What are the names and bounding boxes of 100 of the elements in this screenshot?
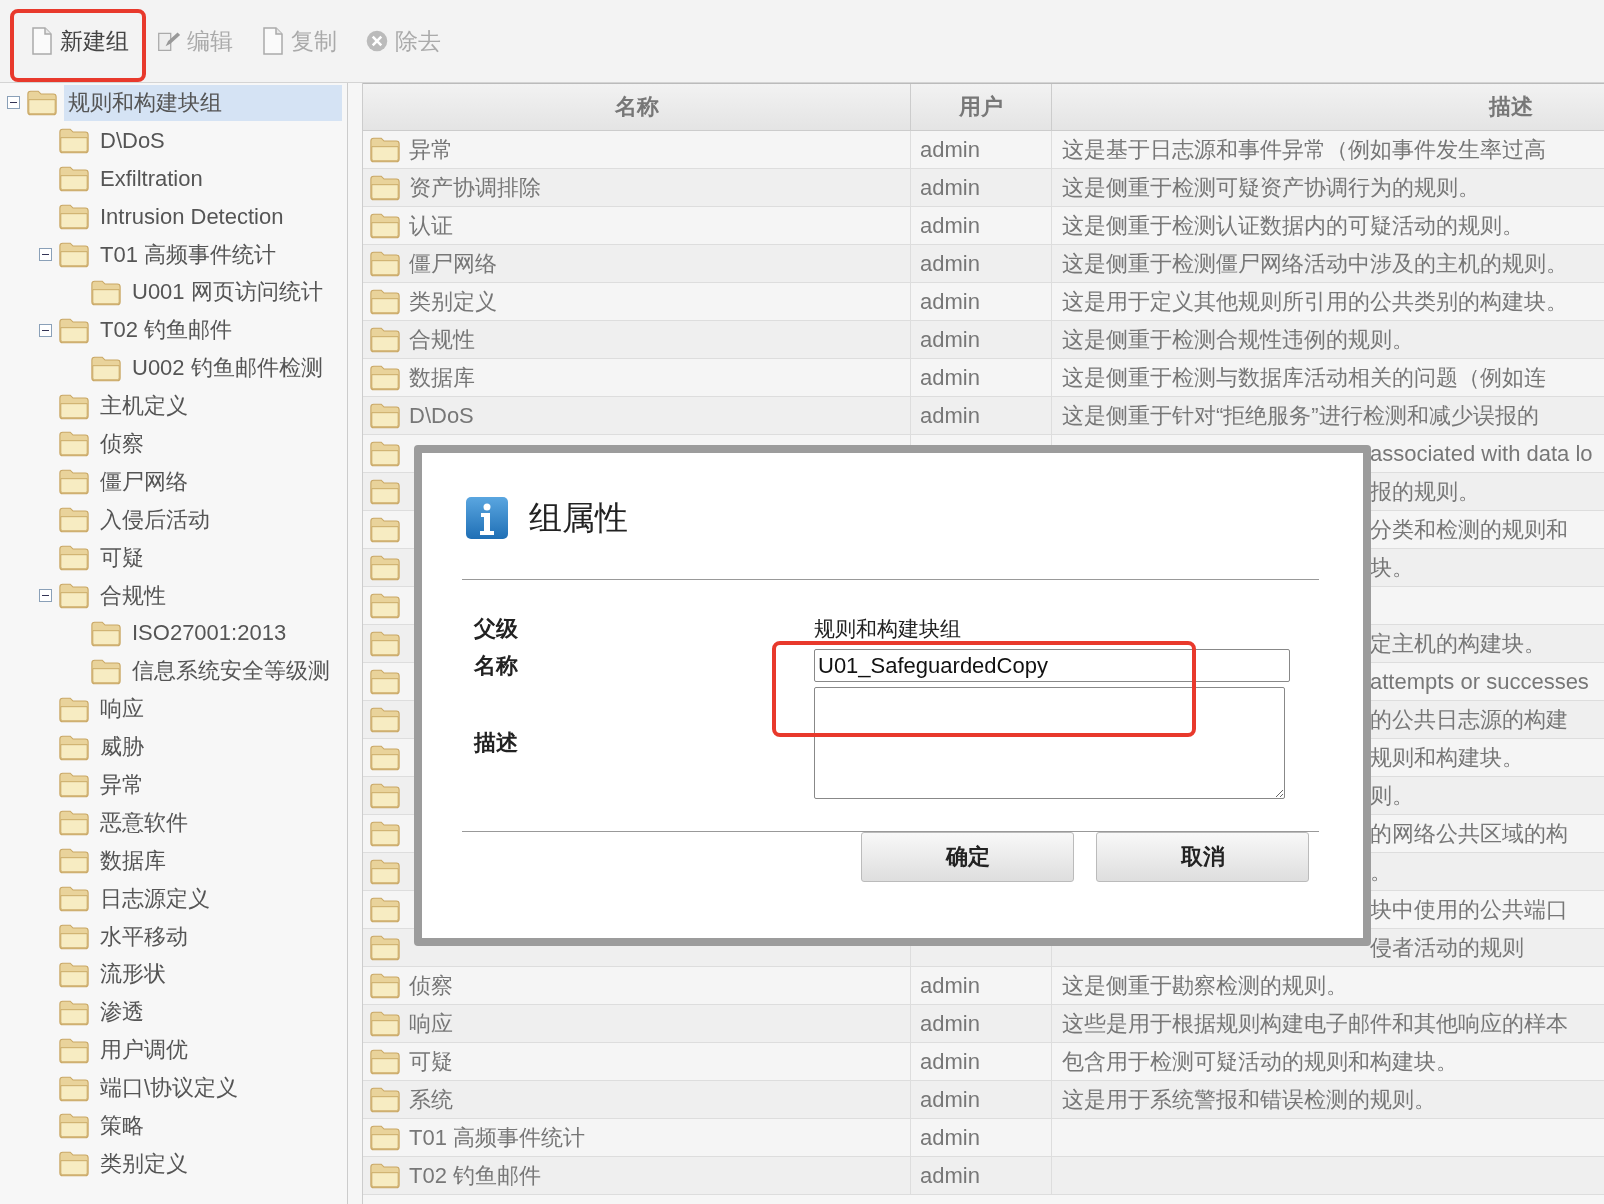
tree-item[interactable]: 策略	[96, 1108, 148, 1144]
tree-item[interactable]: Exfiltration	[96, 162, 207, 195]
tree-item[interactable]: 可疑	[96, 539, 148, 576]
table-cell-text: 这是侧重于勘察检测的规则。	[1062, 971, 1348, 1000]
column-header[interactable]: 用户	[911, 84, 1052, 130]
table-cell-text: T01 高频事件统计	[409, 1123, 586, 1152]
folder-icon	[369, 554, 401, 581]
table-cell-text: 这些是用于根据规则构建电子邮件和其他响应的样本	[1062, 1009, 1568, 1038]
table-cell: admin	[920, 288, 980, 315]
collapse-icon[interactable]	[38, 323, 52, 337]
name-field[interactable]: U01_SafeguardedCopy	[814, 649, 1290, 682]
table-cell-text: 侵者活动的规则	[1370, 933, 1524, 962]
table-cell-text: 的网络公共区域的构	[1370, 819, 1568, 848]
table-cell: admin	[920, 364, 980, 391]
folder-icon	[369, 174, 401, 201]
table-cell: D\DoS	[409, 402, 474, 429]
field-label: 父级	[472, 615, 519, 643]
tree-item[interactable]: 日志源定义	[96, 880, 214, 917]
tree-item[interactable]: 水平移动	[96, 918, 192, 955]
table-cell: admin	[920, 402, 980, 429]
tree-item[interactable]: 响应	[96, 691, 148, 728]
dialog-button[interactable]: 确定	[861, 832, 1074, 882]
table-cell: admin	[920, 174, 980, 201]
tree-item[interactable]: Intrusion Detection	[96, 200, 288, 233]
dialog-button[interactable]: 取消	[1096, 832, 1309, 882]
tree-item[interactable]: T01 高频事件统计	[96, 236, 281, 273]
table-cell-text: 异常	[409, 135, 453, 164]
description-field[interactable]	[814, 687, 1285, 799]
tree-item[interactable]: 渗透	[96, 994, 148, 1031]
tree-item[interactable]: 异常	[96, 766, 148, 803]
folder-icon	[58, 506, 90, 534]
tree-item[interactable]: 信息系统安全等级测	[128, 653, 334, 690]
table-cell-text: 这是侧重于检测认证数据内的可疑活动的规则。	[1062, 211, 1524, 240]
folder-icon	[369, 1124, 401, 1151]
folder-icon	[58, 392, 90, 420]
folder-icon	[58, 316, 90, 344]
tree-item[interactable]: 威胁	[96, 729, 148, 766]
folder-icon	[58, 885, 90, 913]
folder-icon	[369, 668, 401, 695]
folder-icon	[369, 440, 401, 467]
document-icon	[30, 27, 54, 55]
tree-item[interactable]: 数据库	[96, 842, 170, 879]
table-cell-text: 僵尸网络	[409, 249, 497, 278]
table-cell-text: 侦察	[409, 971, 453, 1000]
tree-item[interactable]: 规则和构建块组	[64, 84, 342, 121]
folder-icon	[58, 165, 90, 193]
table-cell: admin	[920, 136, 980, 163]
folder-icon	[369, 1048, 401, 1075]
folder-icon	[58, 544, 90, 572]
table-cell-text: 类别定义	[409, 287, 497, 316]
folder-icon	[58, 1112, 90, 1140]
folder-icon	[58, 430, 90, 458]
folder-icon	[369, 820, 401, 847]
tree-item[interactable]: 侦察	[96, 425, 148, 462]
table-cell-text: 这是基于日志源和事件异常（例如事件发生率过高	[1062, 135, 1546, 164]
table-cell: admin	[920, 1048, 980, 1075]
folder-icon	[369, 288, 401, 315]
folder-icon	[58, 1036, 90, 1064]
folder-icon	[58, 733, 90, 761]
toolbar-button[interactable]: 新建组	[20, 19, 139, 63]
table-cell-text: 包含用于检测可疑活动的规则和构建块。	[1062, 1047, 1458, 1076]
table-cell-text: 资产协调排除	[409, 173, 541, 202]
column-header[interactable]: 名称	[363, 84, 911, 130]
tree-item[interactable]: U002 钓鱼邮件检测	[128, 350, 327, 387]
tree-item[interactable]: 入侵后活动	[96, 501, 214, 538]
table-cell-text: 分类和检测的规则和	[1370, 515, 1568, 544]
collapse-icon[interactable]	[38, 589, 52, 602]
tree-item[interactable]: D\DoS	[96, 124, 169, 157]
folder-icon	[369, 364, 401, 391]
tree-item[interactable]: ISO27001:2013	[128, 617, 291, 650]
folder-icon	[90, 657, 122, 685]
table-cell-text: 这是侧重于检测可疑资产协调行为的规则。	[1062, 173, 1480, 202]
folder-icon	[58, 998, 90, 1026]
folder-icon	[58, 241, 90, 268]
folder-icon	[58, 809, 90, 837]
table-cell-text: 这是侧重于检测与数据库活动相关的问题（例如连	[1062, 363, 1546, 392]
table-cell: associated with data lo	[1370, 440, 1593, 467]
table-cell-text: 这是用于系统警报和错误检测的规则。	[1062, 1085, 1436, 1114]
tree-item[interactable]: 流形状	[96, 956, 170, 993]
table-cell-text: 合规性	[409, 325, 475, 354]
tree-item[interactable]: 僵尸网络	[96, 463, 192, 500]
tree-item[interactable]: 合规性	[96, 577, 170, 614]
tree-item[interactable]: 恶意软件	[96, 804, 192, 841]
collapse-icon[interactable]	[6, 96, 20, 110]
tree-item[interactable]: 主机定义	[96, 388, 192, 425]
tree-item[interactable]: T02 钓鱼邮件	[96, 312, 237, 349]
field-value: 规则和构建块组	[814, 616, 961, 642]
table-cell-text: 块中使用的公共端口	[1370, 895, 1568, 924]
collapse-icon[interactable]	[38, 248, 52, 261]
tree-item[interactable]: 用户调优	[96, 1032, 192, 1069]
field-label: 描述	[472, 729, 519, 757]
tree-item[interactable]: 端口\协议定义	[96, 1070, 243, 1107]
folder-icon	[58, 1074, 90, 1102]
tree-item[interactable]: U001 网页访问统计	[128, 274, 327, 311]
table-cell: admin	[920, 326, 980, 353]
table-cell-text: 块。	[1370, 553, 1414, 582]
column-header[interactable]: 描述	[1052, 84, 1604, 130]
tree-item[interactable]: 类别定义	[96, 1145, 192, 1182]
table-cell-text: 的公共日志源的构建	[1370, 705, 1568, 734]
folder-icon	[369, 934, 401, 961]
